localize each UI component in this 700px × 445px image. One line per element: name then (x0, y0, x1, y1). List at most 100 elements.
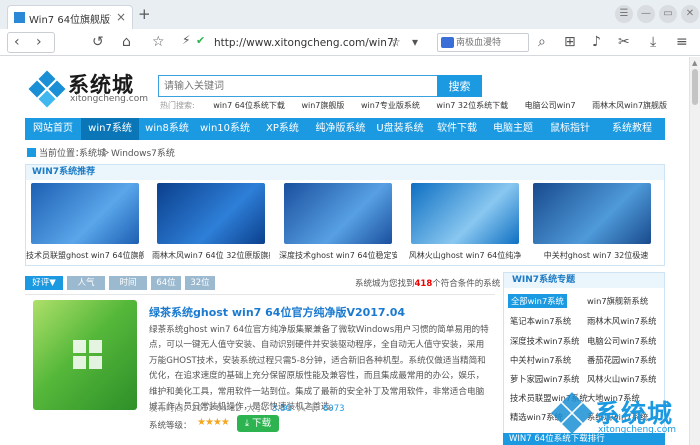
site-logo[interactable]: 系统城 xitongcheng.com (28, 70, 148, 108)
nav-cursor[interactable]: 鼠标指针 (541, 118, 599, 140)
nav-buttons: ‹ › (7, 32, 55, 53)
sidebar-item[interactable]: 萝卜家园win7系统 (510, 373, 579, 385)
result-count: 系统城为您找到418个符合条件的系统 (355, 279, 501, 289)
sidebar-item[interactable]: 笔记本win7系统 (510, 315, 571, 327)
browser-toolbar: ‹ › ↺ ⌂ ☆ ⚡ ✔ http://www.xitongcheng.com… (0, 29, 700, 56)
nav-software[interactable]: 软件下载 (429, 118, 485, 140)
scissors-icon[interactable]: ✂ (618, 34, 630, 50)
download-icon[interactable]: ⤓ (650, 34, 656, 50)
sound-icon[interactable]: ♪ (592, 34, 601, 50)
home-icon (27, 148, 36, 157)
filter-64bit-button[interactable]: 64位 (151, 276, 181, 290)
nav-clean[interactable]: 纯净版系统 (310, 118, 371, 140)
recommend-item[interactable]: 技术员联盟ghost win7 64位旗舰官 (26, 183, 144, 265)
breadcrumb-current[interactable]: Windows7系统 (111, 146, 175, 159)
nav-theme[interactable]: 电脑主题 (485, 118, 541, 140)
recommend-image[interactable] (157, 183, 265, 244)
recommend-item[interactable]: 雨林木风win7 64位 32位原版旗舰版 (152, 183, 270, 265)
close-window-button[interactable]: ✕ (681, 5, 699, 23)
site-search: 搜索 (158, 75, 483, 97)
watermark-logo-icon (551, 392, 593, 434)
sort-popularity-button[interactable]: 人气 (67, 276, 105, 290)
sidebar-item[interactable]: 电脑公司win7系统 (587, 335, 656, 347)
sidebar-item[interactable]: 中关村win7系统 (510, 354, 571, 366)
forward-button[interactable]: › (36, 34, 42, 50)
recommend-image[interactable] (31, 183, 139, 244)
recommend-image[interactable] (411, 183, 519, 244)
hot-keyword[interactable]: 雨林木风win7旗舰版 (592, 101, 667, 110)
nav-win8[interactable]: win8系统 (139, 118, 195, 140)
recommend-caption[interactable]: 技术员联盟ghost win7 64位旗舰官 (26, 250, 144, 261)
secure-shield-icon: ✔ (196, 34, 206, 47)
browser-search-input[interactable] (456, 36, 526, 49)
site-search-input[interactable] (158, 75, 438, 97)
tab-close-button[interactable]: × (116, 10, 126, 24)
recommend-caption[interactable]: 中关村ghost win7 32位极速 (528, 250, 664, 261)
sort-time-button[interactable]: 时间 (109, 276, 147, 290)
watermark: 系统城 xitongcheng.com (551, 392, 693, 442)
recommend-item[interactable]: 深度技术ghost win7 64位稳定安全 (279, 183, 397, 265)
item-title[interactable]: 绿茶系统ghost win7 64位官方纯净版V2017.04 (149, 304, 405, 320)
nav-tutorial[interactable]: 系统教程 (599, 118, 665, 140)
recommend-item[interactable]: 风林火山ghost win7 64位纯净 (406, 183, 524, 265)
nav-win7[interactable]: win7系统 (81, 118, 139, 140)
new-tab-button[interactable]: + (138, 5, 151, 23)
bookmark-star-icon[interactable]: ☆ (152, 34, 165, 50)
page-scrollbar[interactable]: ▲ (689, 57, 700, 445)
maximize-button[interactable]: ▭ (659, 5, 677, 23)
sort-rating-button[interactable]: 好评▼ (25, 276, 63, 290)
sidebar-item[interactable]: 番茄花园win7系统 (587, 354, 656, 366)
sidebar-item[interactable]: win7旗舰新系统 (587, 295, 648, 307)
menu-button[interactable]: ☰ (615, 5, 633, 23)
minimize-button[interactable]: — (637, 5, 655, 23)
rating-stars: ★★★★ (197, 417, 230, 428)
hot-keyword[interactable]: win7 64位系统下载 (213, 101, 285, 110)
hot-keyword[interactable]: win7专业版系统 (361, 101, 420, 110)
scrollbar-thumb[interactable] (692, 69, 698, 105)
address-dropdown-icon[interactable]: ▾ (412, 34, 418, 50)
apps-icon[interactable]: ⊞ (564, 34, 576, 50)
recommend-caption[interactable]: 风林火山ghost win7 64位纯净 (406, 250, 524, 261)
sidebar-item[interactable]: 雨林木风win7系统 (587, 315, 656, 327)
sidebar-item[interactable]: 深度技术win7系统 (510, 335, 579, 347)
sort-bar: 好评▼ 人气 时间 64位 32位 系统城为您找到418个符合条件的系统 (25, 276, 500, 290)
recommend-caption[interactable]: 深度技术ghost win7 64位稳定安全 (279, 250, 397, 261)
logo-mark-icon (28, 70, 66, 108)
item-date: 2017-04-22 (191, 404, 241, 414)
hot-keyword[interactable]: 电脑公司win7 (525, 101, 576, 110)
nav-xp[interactable]: XP系统 (255, 118, 310, 140)
watermark-domain: xitongcheng.com (598, 425, 676, 435)
recommend-list: 技术员联盟ghost win7 64位旗舰官 雨林木风win7 64位 32位原… (26, 183, 664, 265)
recommend-image[interactable] (533, 183, 651, 244)
search-engine-icon[interactable] (441, 37, 454, 48)
nav-home[interactable]: 网站首页 (25, 118, 81, 140)
item-popularity: 6073 (322, 404, 345, 414)
reload-icon[interactable]: ↺ (92, 34, 104, 50)
favorite-star-icon[interactable]: ☆ (390, 34, 401, 50)
back-button[interactable]: ‹ (14, 34, 20, 50)
sidebar-item[interactable]: 全部win7系统 (508, 294, 567, 308)
sidebar-item[interactable]: 风林火山win7系统 (587, 373, 656, 385)
menu-icon[interactable]: ≡ (676, 34, 688, 50)
magnifier-icon[interactable]: ⌕ (538, 34, 546, 50)
recommend-image[interactable] (284, 183, 392, 244)
recommend-item[interactable]: 中关村ghost win7 32位极速 (528, 183, 664, 265)
url-text[interactable]: http://www.xitongcheng.com/win7/ (214, 37, 397, 49)
home-icon[interactable]: ⌂ (122, 34, 131, 50)
site-search-button[interactable]: 搜索 (437, 75, 482, 97)
hot-keyword[interactable]: win7 32位系统下载 (436, 101, 508, 110)
browser-search-box[interactable] (437, 33, 529, 52)
hot-keyword[interactable]: win7旗舰版 (301, 101, 344, 110)
list-item: 绿茶系统ghost win7 64位官方纯净版V2017.04 绿茶系统ghos… (25, 294, 495, 445)
nav-usb[interactable]: U盘装系统 (371, 118, 429, 140)
scroll-up-icon[interactable]: ▲ (692, 59, 697, 67)
windows-logo-icon (73, 340, 103, 370)
tab-active[interactable]: Win7 64位旗舰版下载_... × (7, 5, 133, 29)
download-button[interactable]: ⤓ 下载 (237, 415, 279, 432)
address-bar[interactable]: ⚡ ✔ http://www.xitongcheng.com/win7/ ☆ ▾ (180, 33, 430, 53)
nav-win10[interactable]: win10系统 (195, 118, 255, 140)
recommend-caption[interactable]: 雨林木风win7 64位 32位原版旗舰版 (152, 250, 270, 261)
site-favicon-icon (14, 12, 25, 23)
item-image[interactable] (33, 300, 137, 410)
filter-32bit-button[interactable]: 32位 (185, 276, 215, 290)
